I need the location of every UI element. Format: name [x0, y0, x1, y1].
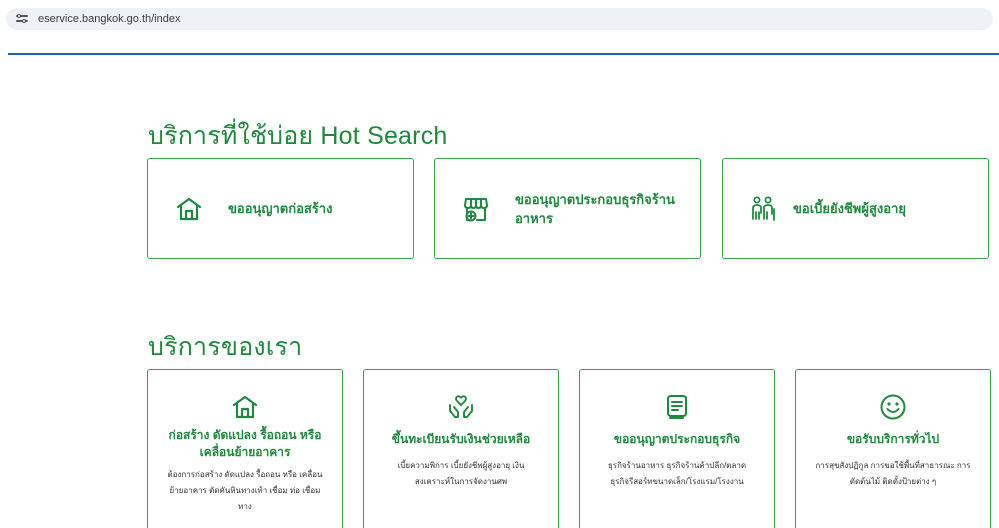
service-card-title: ก่อสร้าง ดัดแปลง รื้อถอน หรือเคลื่อนย้าย…: [168, 428, 322, 459]
service-card-description: ธุรกิจร้านอาหาร ธุรกิจร้านค้าปลีก/ตลาด ธ…: [607, 461, 747, 486]
our-services-title: บริการของเรา: [148, 333, 303, 361]
service-card-assistance[interactable]: ขึ้นทะเบียนรับเงินช่วยเหลือ เบี้ยความพิก…: [363, 369, 559, 528]
service-card-construction[interactable]: ก่อสร้าง ดัดแปลง รื้อถอน หรือเคลื่อนย้าย…: [147, 369, 343, 528]
site-settings-icon[interactable]: [16, 13, 28, 24]
hot-card-restaurant-permit[interactable]: ขออนุญาตประกอบธุรกิจร้าน อาหาร: [434, 158, 701, 259]
house-icon: [232, 395, 258, 419]
header-divider: [8, 53, 999, 55]
address-bar[interactable]: eservice.bangkok.go.th/index: [6, 8, 993, 30]
service-card-description: เบี้ยความพิการ เบี้ยยังชีพผู้สูงอายุ เงิ…: [397, 461, 525, 486]
service-card-title: ขึ้นทะเบียนรับเงินช่วยเหลือ: [391, 432, 531, 446]
house-icon: [176, 197, 202, 220]
hot-search-title: บริการที่ใช้บ่อย Hot Search: [148, 122, 448, 150]
url-text[interactable]: eservice.bangkok.go.th/index: [38, 13, 180, 25]
hot-card-label: ขออนุญาตก่อสร้าง: [228, 201, 333, 216]
hot-card-label: ขออนุญาตประกอบธุรกิจร้าน อาหาร: [515, 191, 675, 226]
document-icon: [667, 395, 687, 419]
hot-card-label: ขอเบี้ยยังชีพผู้สูงอายุ: [793, 201, 906, 216]
service-card-general[interactable]: ขอรับบริการทั่วไป การสุขสังปฏิกูล การขอใ…: [795, 369, 991, 528]
elderly-people-icon: [752, 196, 775, 221]
hot-card-elderly-allowance[interactable]: ขอเบี้ยยังชีพผู้สูงอายุ: [722, 158, 989, 259]
hot-card-building-permit[interactable]: ขออนุญาตก่อสร้าง: [147, 158, 414, 259]
smiley-icon: [880, 394, 906, 420]
hands-heart-icon: [449, 395, 473, 418]
service-card-description: ต้องการก่อสร้าง ดัดแปลง รื้อถอน หรือ เคล…: [167, 470, 323, 511]
service-card-business-permit[interactable]: ขออนุญาตประกอบธุรกิจ ธุรกิจร้านอาหาร ธุร…: [579, 369, 775, 528]
service-card-title: ขอรับบริการทั่วไป: [846, 432, 940, 446]
storefront-add-icon: [464, 197, 488, 221]
service-card-title: ขออนุญาตประกอบธุรกิจ: [613, 432, 741, 446]
service-card-description: การสุขสังปฏิกูล การขอใช้พื้นที่สาธารณะ ก…: [815, 461, 971, 486]
